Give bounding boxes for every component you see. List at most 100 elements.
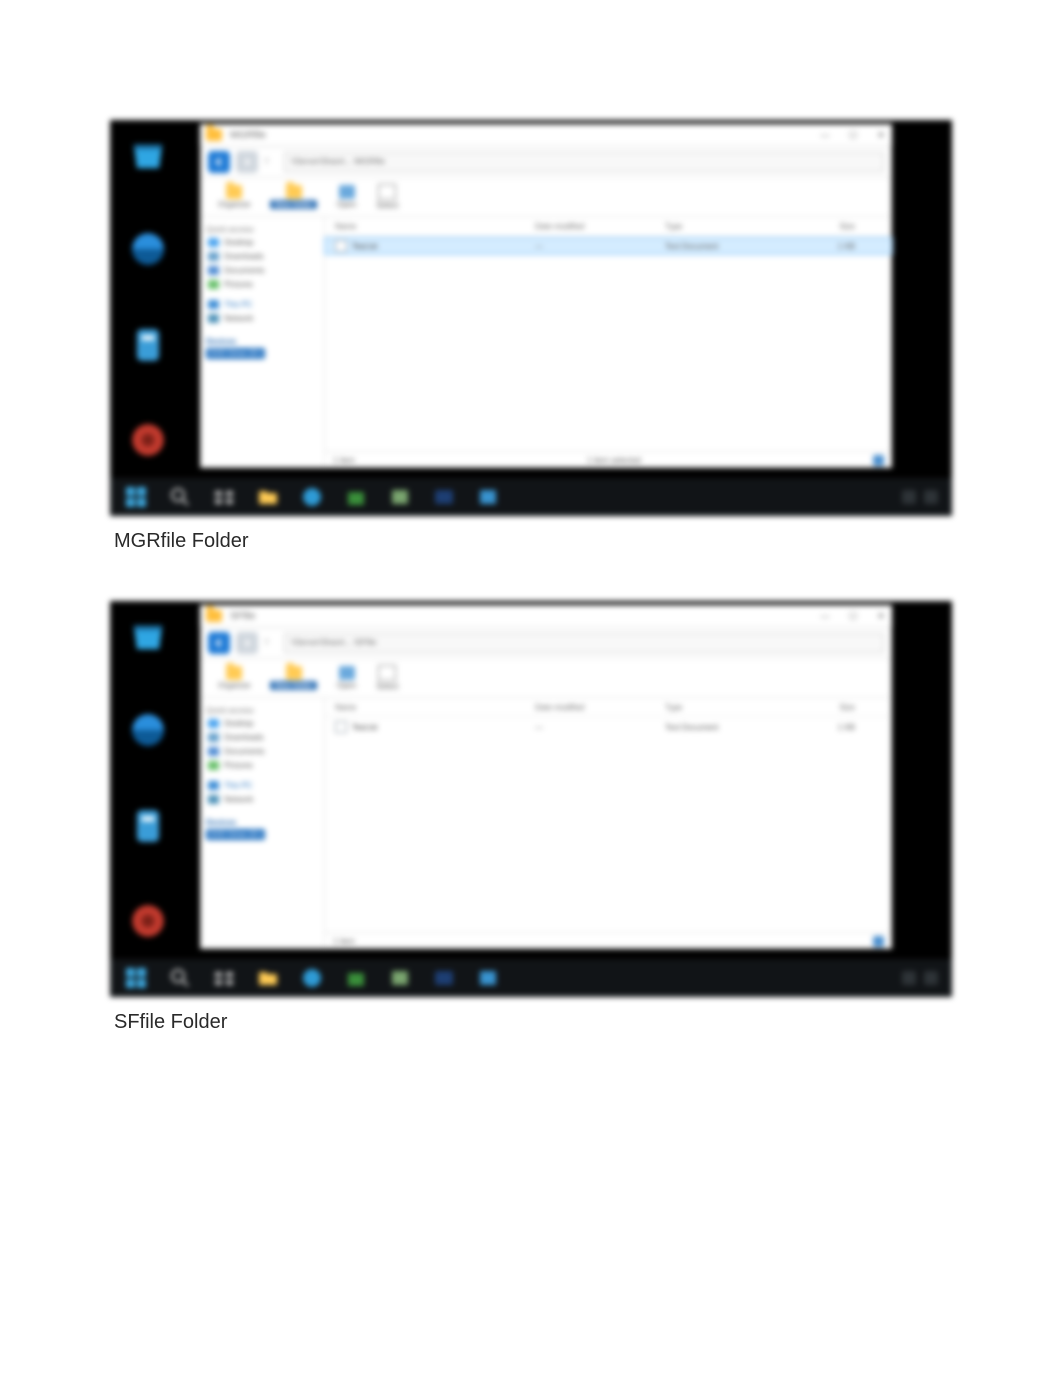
col-date[interactable]: Date modified (535, 222, 665, 231)
powershell-icon[interactable] (424, 482, 464, 512)
nav-forward-button[interactable] (236, 632, 258, 654)
start-icon[interactable] (116, 963, 156, 993)
folder-icon (226, 666, 242, 680)
col-size[interactable]: Size (785, 703, 855, 712)
app-icon[interactable] (468, 482, 508, 512)
browser-icon[interactable] (120, 703, 176, 759)
maximize-button[interactable]: ☐ (848, 611, 858, 621)
utility-icon[interactable] (120, 317, 176, 373)
start-icon[interactable] (116, 482, 156, 512)
desktop-icon-strip (120, 601, 182, 949)
nav-pictures[interactable]: Pictures (206, 760, 318, 771)
navigation-pane: Quick access Desktop Downloads Documents… (200, 217, 325, 468)
address-bar: ↑ \\Server\Share\... \MGRfile (200, 147, 892, 178)
nav-downloads[interactable]: Downloads (206, 732, 318, 743)
file-explorer-icon[interactable] (248, 963, 288, 993)
edge-icon[interactable] (292, 963, 332, 993)
organize-button[interactable]: Organize (218, 185, 250, 209)
select-button[interactable]: Select (376, 665, 398, 691)
ribbon-label: Organize (218, 681, 250, 690)
nav-this-pc[interactable]: This PC (206, 299, 318, 310)
titlebar: SFfile — ☐ ✕ (200, 605, 892, 628)
new-button[interactable]: New folder (270, 185, 316, 209)
media-icon[interactable] (120, 413, 176, 469)
open-button[interactable]: Open (337, 666, 357, 690)
nav-back-button[interactable] (208, 632, 230, 654)
minimize-button[interactable]: — (820, 130, 830, 140)
col-type[interactable]: Type (665, 703, 785, 712)
file-row[interactable]: Test.txt — Text Document 1 KB (325, 719, 892, 735)
close-button[interactable]: ✕ (876, 130, 886, 140)
status-item-count: 1 item (333, 456, 355, 465)
taskbar (110, 959, 952, 997)
tray-icon[interactable] (924, 490, 938, 504)
address-path[interactable]: \\Server\Share\... \SFfile (284, 633, 884, 653)
server-manager-icon[interactable] (380, 963, 420, 993)
search-icon[interactable] (160, 963, 200, 993)
ribbon-label: Open (337, 681, 357, 690)
recycle-bin-icon[interactable] (120, 607, 176, 663)
col-date[interactable]: Date modified (535, 703, 665, 712)
view-toggle-icon[interactable] (873, 455, 884, 466)
open-button[interactable]: Open (337, 185, 357, 209)
column-headers: Name Date modified Type Size (325, 698, 892, 717)
tray-icon[interactable] (902, 971, 916, 985)
powershell-icon[interactable] (424, 963, 464, 993)
nav-downloads[interactable]: Downloads (206, 251, 318, 262)
nav-back-button[interactable] (208, 151, 230, 173)
document-page: MGRfile — ☐ ✕ ↑ \\Server\Share\... \MGRf… (0, 0, 1062, 1162)
store-icon[interactable] (336, 963, 376, 993)
desktop-icon-strip (120, 120, 182, 468)
nav-this-pc[interactable]: This PC (206, 780, 318, 791)
nav-network[interactable]: Network (206, 313, 318, 324)
tray-icon[interactable] (902, 490, 916, 504)
nav-documents[interactable]: Documents (206, 746, 318, 757)
search-icon[interactable] (160, 482, 200, 512)
close-button[interactable]: ✕ (876, 611, 886, 621)
file-explorer-icon[interactable] (248, 482, 288, 512)
edge-icon[interactable] (292, 482, 332, 512)
nav-drive[interactable]: DVD Drive (D:) (206, 348, 265, 359)
app-icon[interactable] (468, 963, 508, 993)
address-path[interactable]: \\Server\Share\... \MGRfile (284, 152, 884, 172)
organize-button[interactable]: Organize (218, 666, 250, 690)
nav-network[interactable]: Network (206, 794, 318, 805)
download-icon (208, 733, 219, 742)
view-toggle-icon[interactable] (873, 936, 884, 947)
new-button[interactable]: New folder (270, 666, 316, 690)
nav-pictures[interactable]: Pictures (206, 279, 318, 290)
browser-icon[interactable] (120, 222, 176, 278)
nav-up-button[interactable]: ↑ (264, 155, 278, 169)
nav-documents[interactable]: Documents (206, 265, 318, 276)
system-tray[interactable] (902, 490, 946, 504)
screenshot-mgr: MGRfile — ☐ ✕ ↑ \\Server\Share\... \MGRf… (110, 120, 952, 516)
status-item-count: 1 item (333, 937, 355, 946)
recycle-bin-icon[interactable] (120, 126, 176, 182)
nav-up-button[interactable]: ↑ (264, 636, 278, 650)
ribbon-label: New folder (270, 200, 316, 209)
utility-icon[interactable] (120, 798, 176, 854)
task-view-icon[interactable] (204, 482, 244, 512)
col-name[interactable]: Name (335, 222, 535, 231)
file-row[interactable]: Test.txt — Text Document 1 KB (325, 238, 892, 254)
nav-forward-button[interactable] (236, 151, 258, 173)
col-type[interactable]: Type (665, 222, 785, 231)
minimize-button[interactable]: — (820, 611, 830, 621)
maximize-button[interactable]: ☐ (848, 130, 858, 140)
system-tray[interactable] (902, 971, 946, 985)
col-size[interactable]: Size (785, 222, 855, 231)
pictures-icon (208, 761, 219, 770)
store-icon[interactable] (336, 482, 376, 512)
nav-drive[interactable]: DVD Drive (D:) (206, 829, 265, 840)
tray-icon[interactable] (924, 971, 938, 985)
taskbar (110, 478, 952, 516)
col-name[interactable]: Name (335, 703, 535, 712)
select-icon (378, 665, 396, 681)
server-manager-icon[interactable] (380, 482, 420, 512)
select-button[interactable]: Select (376, 184, 398, 210)
nav-desktop[interactable]: Desktop (206, 718, 318, 729)
nav-desktop[interactable]: Desktop (206, 237, 318, 248)
star-icon (208, 719, 219, 728)
media-icon[interactable] (120, 894, 176, 950)
task-view-icon[interactable] (204, 963, 244, 993)
